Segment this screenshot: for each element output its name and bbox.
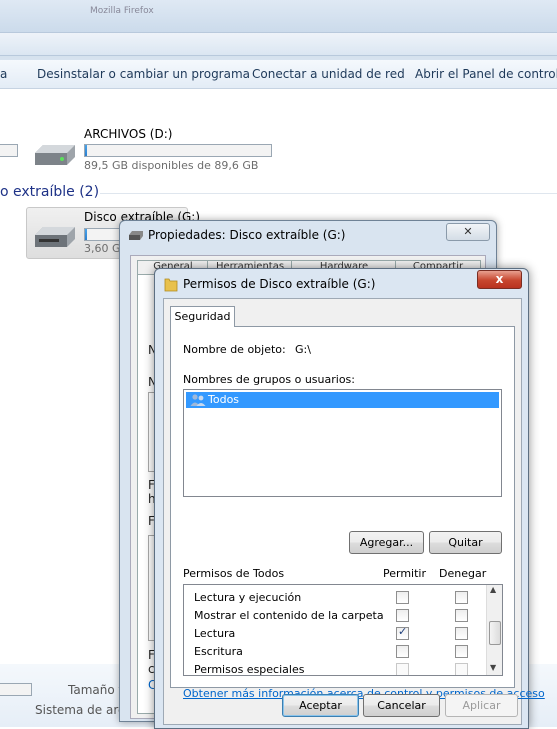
close-button[interactable]: x bbox=[477, 270, 522, 289]
details-size-label: Tamaño t bbox=[68, 683, 124, 697]
removable-drive-icon bbox=[129, 231, 143, 240]
deny-checkbox[interactable] bbox=[455, 645, 468, 658]
object-name-label: Nombre de objeto: bbox=[183, 343, 286, 356]
permissions-window: Permisos de Disco extraíble (G:) x Segur… bbox=[154, 268, 545, 729]
map-network-drive-button[interactable]: Conectar a unidad de red bbox=[252, 67, 405, 81]
permissions-list[interactable]: Lectura y ejecución Mostrar el contenido… bbox=[183, 584, 503, 676]
allow-checkbox[interactable] bbox=[396, 609, 409, 622]
security-panel: Nombre de objeto: G:\ Nombres de grupos … bbox=[170, 326, 545, 700]
checkmark-icon: ✓ bbox=[398, 625, 408, 638]
apply-button[interactable]: Aplicar bbox=[445, 694, 518, 717]
deny-header: Denegar bbox=[439, 567, 487, 580]
cancel-button[interactable]: Cancelar bbox=[363, 694, 440, 717]
list-item[interactable]: Todos bbox=[186, 392, 499, 408]
scroll-up-icon[interactable]: ▲ bbox=[490, 585, 496, 594]
tab-security[interactable]: Seguridad bbox=[170, 306, 235, 327]
open-control-panel-button[interactable]: Abrir el Panel de control bbox=[415, 67, 557, 81]
scroll-thumb[interactable] bbox=[489, 621, 501, 645]
details-fs-label: Sistema de arch bbox=[35, 703, 133, 717]
permissions-title: Permisos de Disco extraíble (G:) bbox=[183, 277, 376, 291]
deny-checkbox[interactable] bbox=[455, 591, 468, 604]
permission-name: Escritura bbox=[194, 645, 243, 658]
deny-checkbox[interactable] bbox=[455, 609, 468, 622]
deny-checkbox bbox=[455, 663, 468, 675]
permission-name: Lectura bbox=[194, 627, 236, 640]
close-button[interactable]: ✕ bbox=[446, 223, 490, 241]
allow-checkbox[interactable] bbox=[396, 591, 409, 604]
remove-button[interactable]: Quitar bbox=[429, 531, 502, 554]
cmd-item-partial[interactable]: a bbox=[0, 67, 7, 81]
address-bar[interactable] bbox=[0, 32, 557, 56]
add-button[interactable]: Agregar... bbox=[349, 531, 424, 554]
allow-checkbox bbox=[396, 663, 409, 675]
browser-title: Mozilla Firefox bbox=[90, 6, 154, 16]
permission-name: Permisos especiales bbox=[194, 663, 305, 676]
uninstall-program-button[interactable]: Desinstalar o cambiar un programa bbox=[37, 67, 250, 81]
drive-d-space: 89,5 GB disponibles de 89,6 GB bbox=[84, 159, 259, 172]
groups-list[interactable]: Todos bbox=[183, 389, 502, 497]
scrollbar[interactable]: ▲ ▼ bbox=[486, 585, 502, 675]
removable-section-header[interactable]: o extraíble (2) bbox=[0, 184, 99, 200]
permissions-label: Permisos de Todos bbox=[183, 567, 285, 580]
close-icon: x bbox=[495, 272, 504, 286]
permission-name: Lectura y ejecución bbox=[194, 591, 302, 604]
permission-name: Mostrar el contenido de la carpeta bbox=[194, 609, 384, 622]
ok-button[interactable]: Aceptar bbox=[282, 694, 359, 717]
folder-icon bbox=[164, 278, 178, 292]
allow-checkbox[interactable] bbox=[396, 645, 409, 658]
drive-d-name[interactable]: ARCHIVOS (D:) bbox=[84, 127, 172, 141]
close-icon: ✕ bbox=[463, 225, 473, 238]
details-bar bbox=[0, 683, 32, 696]
object-name-value: G:\ bbox=[295, 343, 311, 356]
allow-header: Permitir bbox=[383, 567, 427, 580]
allow-checkbox[interactable]: ✓ bbox=[396, 625, 409, 640]
group-name: Todos bbox=[208, 393, 240, 406]
deny-checkbox[interactable] bbox=[455, 627, 468, 640]
permissions-body: Seguridad Nombre de objeto: G:\ Nombres … bbox=[163, 298, 545, 725]
users-icon bbox=[190, 394, 206, 406]
section-divider bbox=[100, 193, 557, 194]
scroll-down-icon[interactable]: ▼ bbox=[490, 663, 496, 672]
hard-drive-icon bbox=[35, 145, 75, 165]
drive-d-capacity-bar bbox=[84, 144, 272, 157]
removable-drive-icon bbox=[35, 227, 75, 247]
command-bar: a Desinstalar o cambiar un programa Cone… bbox=[0, 60, 557, 89]
groups-label: Nombres de grupos o usuarios: bbox=[183, 373, 355, 386]
properties-title: Propiedades: Disco extraíble (G:) bbox=[148, 228, 346, 242]
partial-drive-bar bbox=[0, 144, 18, 157]
